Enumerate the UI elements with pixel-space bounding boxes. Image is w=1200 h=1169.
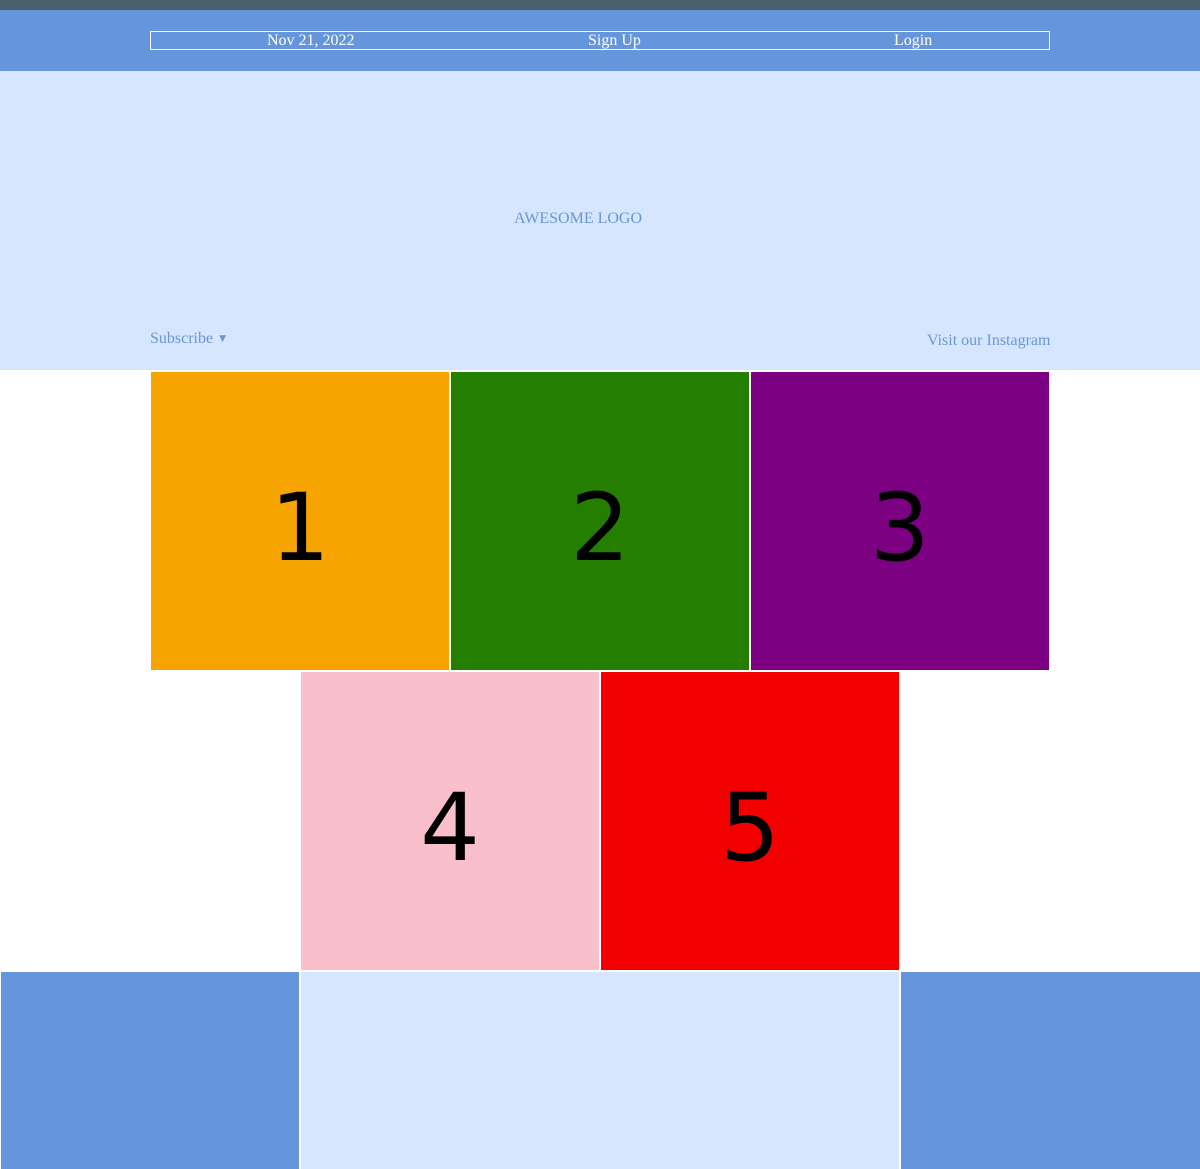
tile-number: 5	[720, 774, 780, 883]
current-date: Nov 21, 2022	[267, 32, 355, 49]
top-strip	[0, 0, 1200, 10]
tile-number: 4	[420, 774, 480, 883]
site-logo[interactable]: AWESOME LOGO	[514, 210, 642, 228]
dropdown-caret-icon: ▼	[219, 334, 227, 344]
tile-2: 2	[451, 372, 749, 670]
navbar: Nov 21, 2022 Sign Up Login	[0, 10, 1200, 71]
footer-center-panel	[301, 972, 899, 1169]
tile-3: 3	[751, 372, 1049, 670]
hero-banner: AWESOME LOGO Subscribe ▼ Visit our Instag…	[0, 71, 1200, 370]
instagram-link[interactable]: Visit our Instagram	[927, 332, 1050, 350]
subscribe-label: Subscribe	[150, 330, 214, 347]
tile-1: 1	[151, 372, 449, 670]
signup-link[interactable]: Sign Up	[588, 31, 641, 50]
footer-left-panel	[1, 972, 299, 1169]
nav-bar-box: Nov 21, 2022 Sign Up Login	[150, 31, 1050, 50]
tile-number: 2	[570, 474, 630, 583]
tile-5: 5	[601, 672, 899, 970]
footer-right-panel	[901, 972, 1200, 1169]
tile-number: 3	[870, 474, 930, 583]
tile-4: 4	[301, 672, 599, 970]
tile-number: 1	[270, 474, 330, 583]
subscribe-dropdown[interactable]: Subscribe ▼	[150, 330, 226, 348]
login-link[interactable]: Login	[894, 31, 932, 50]
